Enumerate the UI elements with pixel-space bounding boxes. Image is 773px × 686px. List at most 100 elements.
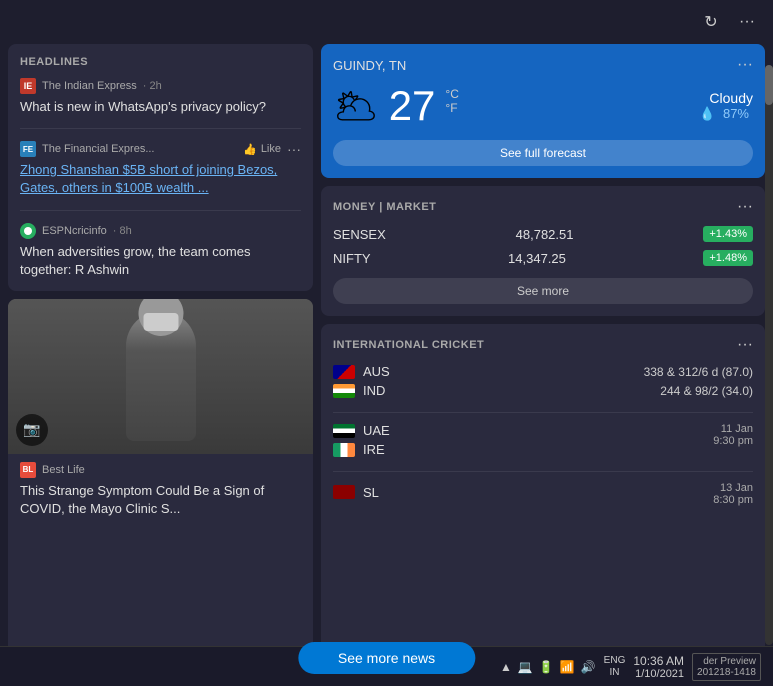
like-button[interactable]: 👍 Like bbox=[243, 143, 281, 156]
left-panel: HEADLINES IE The Indian Express · 2h Wha… bbox=[8, 44, 313, 686]
nifty-change: +1.48% bbox=[703, 250, 753, 266]
market-card: MONEY | MARKET ··· SENSEX 48,782.51 +1.4… bbox=[321, 186, 765, 316]
lang-label: ENG bbox=[604, 655, 626, 667]
flag-india bbox=[333, 384, 355, 398]
news-source-3: ESPNcricinfo · 8h bbox=[20, 223, 301, 239]
weather-humidity: 💧 87% bbox=[699, 106, 753, 122]
camera-icon: 📷 bbox=[23, 421, 40, 438]
team-sl: SL bbox=[363, 485, 379, 500]
taskbar-battery-icon: 🔋 bbox=[539, 660, 554, 674]
match-date-1: 11 Jan bbox=[713, 423, 753, 435]
time-text: 10:36 AM bbox=[633, 654, 684, 668]
cricket-card: INTERNATIONAL CRICKET ··· AUS 338 & 312/… bbox=[321, 324, 765, 686]
taskbar-icons: ▲ 💻 🔋 📶 🔊 bbox=[500, 660, 596, 674]
weather-temperature: 27 bbox=[389, 82, 436, 130]
taskbar-volume-icon: 🔊 bbox=[581, 660, 596, 674]
cricket-title: INTERNATIONAL CRICKET bbox=[333, 339, 484, 351]
source-name-2: The Financial Expres... bbox=[42, 143, 155, 155]
weather-right: Cloudy 💧 87% bbox=[699, 90, 753, 122]
match-datetime-1: 11 Jan 9:30 pm bbox=[713, 423, 753, 447]
sensex-name: SENSEX bbox=[333, 227, 386, 242]
preview-code: 201218-1418 bbox=[697, 667, 756, 678]
match-item-3: SL 13 Jan 8:30 pm bbox=[333, 482, 753, 516]
match-time-2: 8:30 pm bbox=[713, 494, 753, 506]
main-content: HEADLINES IE The Indian Express · 2h Wha… bbox=[0, 44, 773, 686]
taskbar-time: 10:36 AM 1/10/2021 bbox=[633, 654, 684, 680]
refresh-icon[interactable]: ↻ bbox=[697, 8, 725, 36]
more-options-icon[interactable]: ··· bbox=[733, 8, 761, 36]
weather-more-icon[interactable]: ··· bbox=[737, 56, 753, 74]
news-source-2: FE The Financial Expres... bbox=[20, 141, 155, 157]
news-title-1[interactable]: What is new in WhatsApp's privacy policy… bbox=[20, 98, 301, 116]
score-aus: 338 & 312/6 d (87.0) bbox=[644, 365, 753, 379]
card-source-name: Best Life bbox=[42, 464, 85, 476]
card-source-icon: BL bbox=[20, 462, 36, 478]
taskbar-lang: ENG IN bbox=[604, 655, 626, 679]
cricket-more-icon[interactable]: ··· bbox=[737, 336, 753, 354]
news-time-1: · 2h bbox=[143, 80, 162, 92]
article-more-button[interactable]: ··· bbox=[287, 141, 301, 157]
like-icon: 👍 bbox=[243, 143, 257, 156]
source-icon-1: IE bbox=[20, 78, 36, 94]
taskbar-preview: der Preview 201218-1418 bbox=[692, 653, 761, 681]
image-card: 📷 BL Best Life This Strange Symptom Coul… bbox=[8, 299, 313, 686]
news-item-1: IE The Indian Express · 2h What is new i… bbox=[20, 78, 301, 129]
news-actions-2: FE The Financial Expres... 👍 Like ··· bbox=[20, 141, 301, 157]
score-ind: 244 & 98/2 (34.0) bbox=[660, 384, 753, 398]
card-news-title[interactable]: This Strange Symptom Could Be a Sign of … bbox=[8, 482, 313, 526]
sensex-value: 48,782.51 bbox=[516, 227, 574, 242]
team-aus: AUS bbox=[363, 364, 390, 379]
taskbar-up-icon: ▲ bbox=[500, 660, 512, 674]
team-row-uae: UAE bbox=[333, 423, 390, 438]
taskbar-network-icon: 📶 bbox=[560, 660, 575, 674]
weather-header: GUINDY, TN ··· bbox=[333, 56, 753, 74]
weather-card: GUINDY, TN ··· 🌥 27 °C °F Cloudy bbox=[321, 44, 765, 178]
preview-label: der Preview bbox=[697, 656, 756, 667]
headlines-title: HEADLINES bbox=[20, 56, 301, 68]
news-title-2[interactable]: Zhong Shanshan $5B short of joining Bezo… bbox=[20, 161, 301, 197]
news-item-2: FE The Financial Expres... 👍 Like ··· Zh… bbox=[20, 141, 301, 210]
humidity-icon: 💧 bbox=[699, 106, 715, 121]
news-time-3: · 8h bbox=[113, 225, 132, 237]
source-name-1: The Indian Express bbox=[42, 80, 137, 92]
taskbar-pc-icon: 💻 bbox=[518, 660, 533, 674]
match-date-2: 13 Jan bbox=[713, 482, 753, 494]
widget-container: ↻ ··· HEADLINES IE The Indian Express · … bbox=[0, 0, 773, 686]
weather-main: 🌥 27 °C °F Cloudy 💧 87% bbox=[333, 82, 753, 130]
news-item-3: ESPNcricinfo · 8h When adversities grow,… bbox=[20, 223, 301, 279]
flag-uae bbox=[333, 424, 355, 438]
source-icon-3 bbox=[20, 223, 36, 239]
nifty-name: NIFTY bbox=[333, 251, 371, 266]
cloud-icon: 🌥 bbox=[333, 85, 379, 127]
source-icon-2: FE bbox=[20, 141, 36, 157]
match-item-1: AUS 338 & 312/6 d (87.0) IND 244 & 98/2 … bbox=[333, 364, 753, 413]
flag-ireland bbox=[333, 443, 355, 457]
see-forecast-button[interactable]: See full forecast bbox=[333, 140, 753, 166]
nifty-value: 14,347.25 bbox=[508, 251, 566, 266]
match-datetime-2: 13 Jan 8:30 pm bbox=[713, 482, 753, 506]
weather-unit: °C °F bbox=[445, 87, 458, 115]
scrollbar[interactable] bbox=[765, 65, 773, 645]
see-more-news-button[interactable]: See more news bbox=[298, 642, 475, 674]
news-title-3[interactable]: When adversities grow, the team comes to… bbox=[20, 243, 301, 279]
match-time-1: 9:30 pm bbox=[713, 435, 753, 447]
headlines-card: HEADLINES IE The Indian Express · 2h Wha… bbox=[8, 44, 313, 291]
camera-overlay: 📷 bbox=[16, 414, 48, 446]
weather-condition: Cloudy bbox=[699, 90, 753, 106]
match-item-2: UAE IRE 11 Jan 9:30 pm bbox=[333, 423, 753, 472]
scrollbar-thumb[interactable] bbox=[765, 65, 773, 105]
top-bar: ↻ ··· bbox=[0, 0, 773, 44]
team-uae: UAE bbox=[363, 423, 390, 438]
article-image: 📷 bbox=[8, 299, 313, 454]
flag-sl bbox=[333, 485, 355, 499]
card-source: BL Best Life bbox=[8, 454, 313, 482]
right-panel: GUINDY, TN ··· 🌥 27 °C °F Cloudy bbox=[321, 44, 765, 686]
market-more-icon[interactable]: ··· bbox=[737, 198, 753, 216]
source-name-3: ESPNcricinfo bbox=[42, 225, 107, 237]
teams-uae-ire: UAE IRE bbox=[333, 423, 390, 461]
see-more-market-button[interactable]: See more bbox=[333, 278, 753, 304]
date-text: 1/10/2021 bbox=[633, 668, 684, 680]
flag-australia bbox=[333, 365, 355, 379]
market-title: MONEY | MARKET bbox=[333, 201, 436, 213]
team-row-ind: IND 244 & 98/2 (34.0) bbox=[333, 383, 753, 398]
